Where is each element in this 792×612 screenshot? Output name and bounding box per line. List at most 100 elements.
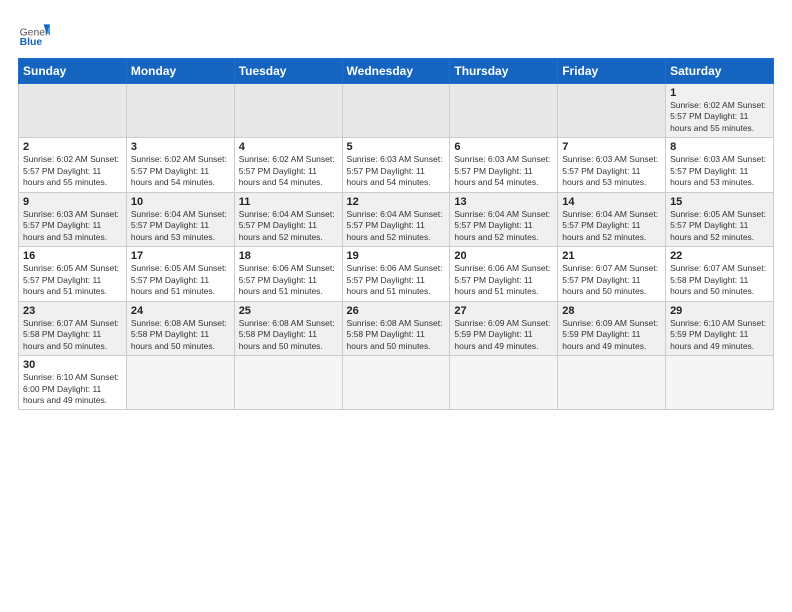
calendar-table: SundayMondayTuesdayWednesdayThursdayFrid… <box>18 58 774 410</box>
day-number: 11 <box>239 196 338 208</box>
day-info: Sunrise: 6:03 AM Sunset: 5:57 PM Dayligh… <box>670 154 769 188</box>
day-cell <box>558 356 666 410</box>
page: General Blue SundayMondayTuesdayWednesda… <box>0 0 792 420</box>
day-info: Sunrise: 6:02 AM Sunset: 5:57 PM Dayligh… <box>23 154 122 188</box>
day-cell: 28Sunrise: 6:09 AM Sunset: 5:59 PM Dayli… <box>558 301 666 355</box>
day-cell: 1Sunrise: 6:02 AM Sunset: 5:57 PM Daylig… <box>666 84 774 138</box>
day-number: 12 <box>347 196 446 208</box>
day-cell: 3Sunrise: 6:02 AM Sunset: 5:57 PM Daylig… <box>126 138 234 192</box>
day-number: 28 <box>562 305 661 317</box>
day-cell: 5Sunrise: 6:03 AM Sunset: 5:57 PM Daylig… <box>342 138 450 192</box>
day-info: Sunrise: 6:08 AM Sunset: 5:58 PM Dayligh… <box>131 318 230 352</box>
weekday-saturday: Saturday <box>666 59 774 84</box>
day-number: 26 <box>347 305 446 317</box>
day-info: Sunrise: 6:04 AM Sunset: 5:57 PM Dayligh… <box>562 209 661 243</box>
day-number: 30 <box>23 359 122 371</box>
weekday-tuesday: Tuesday <box>234 59 342 84</box>
day-cell: 14Sunrise: 6:04 AM Sunset: 5:57 PM Dayli… <box>558 192 666 246</box>
day-number: 13 <box>454 196 553 208</box>
day-number: 24 <box>131 305 230 317</box>
day-info: Sunrise: 6:04 AM Sunset: 5:57 PM Dayligh… <box>131 209 230 243</box>
day-number: 5 <box>347 141 446 153</box>
day-cell: 15Sunrise: 6:05 AM Sunset: 5:57 PM Dayli… <box>666 192 774 246</box>
day-info: Sunrise: 6:05 AM Sunset: 5:57 PM Dayligh… <box>670 209 769 243</box>
day-info: Sunrise: 6:03 AM Sunset: 5:57 PM Dayligh… <box>347 154 446 188</box>
day-number: 17 <box>131 250 230 262</box>
day-number: 23 <box>23 305 122 317</box>
day-cell: 9Sunrise: 6:03 AM Sunset: 5:57 PM Daylig… <box>19 192 127 246</box>
day-cell <box>342 84 450 138</box>
day-cell: 10Sunrise: 6:04 AM Sunset: 5:57 PM Dayli… <box>126 192 234 246</box>
weekday-friday: Friday <box>558 59 666 84</box>
day-cell: 17Sunrise: 6:05 AM Sunset: 5:57 PM Dayli… <box>126 247 234 301</box>
day-info: Sunrise: 6:07 AM Sunset: 5:58 PM Dayligh… <box>23 318 122 352</box>
day-cell: 24Sunrise: 6:08 AM Sunset: 5:58 PM Dayli… <box>126 301 234 355</box>
day-info: Sunrise: 6:09 AM Sunset: 5:59 PM Dayligh… <box>562 318 661 352</box>
day-cell: 16Sunrise: 6:05 AM Sunset: 5:57 PM Dayli… <box>19 247 127 301</box>
day-cell <box>450 84 558 138</box>
day-cell: 6Sunrise: 6:03 AM Sunset: 5:57 PM Daylig… <box>450 138 558 192</box>
weekday-sunday: Sunday <box>19 59 127 84</box>
day-cell: 18Sunrise: 6:06 AM Sunset: 5:57 PM Dayli… <box>234 247 342 301</box>
day-cell: 19Sunrise: 6:06 AM Sunset: 5:57 PM Dayli… <box>342 247 450 301</box>
day-cell: 11Sunrise: 6:04 AM Sunset: 5:57 PM Dayli… <box>234 192 342 246</box>
day-cell <box>126 84 234 138</box>
day-number: 21 <box>562 250 661 262</box>
day-number: 27 <box>454 305 553 317</box>
day-number: 8 <box>670 141 769 153</box>
day-number: 10 <box>131 196 230 208</box>
day-number: 18 <box>239 250 338 262</box>
day-info: Sunrise: 6:06 AM Sunset: 5:57 PM Dayligh… <box>454 263 553 297</box>
day-cell <box>558 84 666 138</box>
day-info: Sunrise: 6:08 AM Sunset: 5:58 PM Dayligh… <box>239 318 338 352</box>
weekday-monday: Monday <box>126 59 234 84</box>
day-cell: 30Sunrise: 6:10 AM Sunset: 6:00 PM Dayli… <box>19 356 127 410</box>
day-info: Sunrise: 6:04 AM Sunset: 5:57 PM Dayligh… <box>347 209 446 243</box>
day-number: 20 <box>454 250 553 262</box>
day-cell: 20Sunrise: 6:06 AM Sunset: 5:57 PM Dayli… <box>450 247 558 301</box>
day-info: Sunrise: 6:06 AM Sunset: 5:57 PM Dayligh… <box>347 263 446 297</box>
day-info: Sunrise: 6:02 AM Sunset: 5:57 PM Dayligh… <box>239 154 338 188</box>
day-number: 16 <box>23 250 122 262</box>
day-cell: 22Sunrise: 6:07 AM Sunset: 5:58 PM Dayli… <box>666 247 774 301</box>
day-number: 1 <box>670 87 769 99</box>
week-row-0: 1Sunrise: 6:02 AM Sunset: 5:57 PM Daylig… <box>19 84 774 138</box>
day-cell: 2Sunrise: 6:02 AM Sunset: 5:57 PM Daylig… <box>19 138 127 192</box>
day-cell <box>126 356 234 410</box>
day-info: Sunrise: 6:03 AM Sunset: 5:57 PM Dayligh… <box>562 154 661 188</box>
day-info: Sunrise: 6:10 AM Sunset: 6:00 PM Dayligh… <box>23 372 122 406</box>
day-info: Sunrise: 6:05 AM Sunset: 5:57 PM Dayligh… <box>23 263 122 297</box>
weekday-header-row: SundayMondayTuesdayWednesdayThursdayFrid… <box>19 59 774 84</box>
week-row-1: 2Sunrise: 6:02 AM Sunset: 5:57 PM Daylig… <box>19 138 774 192</box>
day-info: Sunrise: 6:02 AM Sunset: 5:57 PM Dayligh… <box>131 154 230 188</box>
day-cell: 8Sunrise: 6:03 AM Sunset: 5:57 PM Daylig… <box>666 138 774 192</box>
day-number: 4 <box>239 141 338 153</box>
weekday-wednesday: Wednesday <box>342 59 450 84</box>
day-info: Sunrise: 6:07 AM Sunset: 5:57 PM Dayligh… <box>562 263 661 297</box>
day-info: Sunrise: 6:03 AM Sunset: 5:57 PM Dayligh… <box>23 209 122 243</box>
day-cell <box>234 356 342 410</box>
logo-icon: General Blue <box>18 18 50 50</box>
day-info: Sunrise: 6:02 AM Sunset: 5:57 PM Dayligh… <box>670 100 769 134</box>
day-cell: 7Sunrise: 6:03 AM Sunset: 5:57 PM Daylig… <box>558 138 666 192</box>
week-row-5: 30Sunrise: 6:10 AM Sunset: 6:00 PM Dayli… <box>19 356 774 410</box>
day-number: 9 <box>23 196 122 208</box>
day-cell: 21Sunrise: 6:07 AM Sunset: 5:57 PM Dayli… <box>558 247 666 301</box>
week-row-2: 9Sunrise: 6:03 AM Sunset: 5:57 PM Daylig… <box>19 192 774 246</box>
day-info: Sunrise: 6:09 AM Sunset: 5:59 PM Dayligh… <box>454 318 553 352</box>
day-cell <box>666 356 774 410</box>
day-cell: 12Sunrise: 6:04 AM Sunset: 5:57 PM Dayli… <box>342 192 450 246</box>
day-number: 15 <box>670 196 769 208</box>
day-info: Sunrise: 6:10 AM Sunset: 5:59 PM Dayligh… <box>670 318 769 352</box>
day-number: 6 <box>454 141 553 153</box>
day-info: Sunrise: 6:08 AM Sunset: 5:58 PM Dayligh… <box>347 318 446 352</box>
day-info: Sunrise: 6:06 AM Sunset: 5:57 PM Dayligh… <box>239 263 338 297</box>
day-cell <box>450 356 558 410</box>
day-number: 29 <box>670 305 769 317</box>
day-info: Sunrise: 6:03 AM Sunset: 5:57 PM Dayligh… <box>454 154 553 188</box>
svg-text:Blue: Blue <box>20 37 43 48</box>
week-row-3: 16Sunrise: 6:05 AM Sunset: 5:57 PM Dayli… <box>19 247 774 301</box>
day-cell: 29Sunrise: 6:10 AM Sunset: 5:59 PM Dayli… <box>666 301 774 355</box>
day-number: 25 <box>239 305 338 317</box>
day-cell: 26Sunrise: 6:08 AM Sunset: 5:58 PM Dayli… <box>342 301 450 355</box>
